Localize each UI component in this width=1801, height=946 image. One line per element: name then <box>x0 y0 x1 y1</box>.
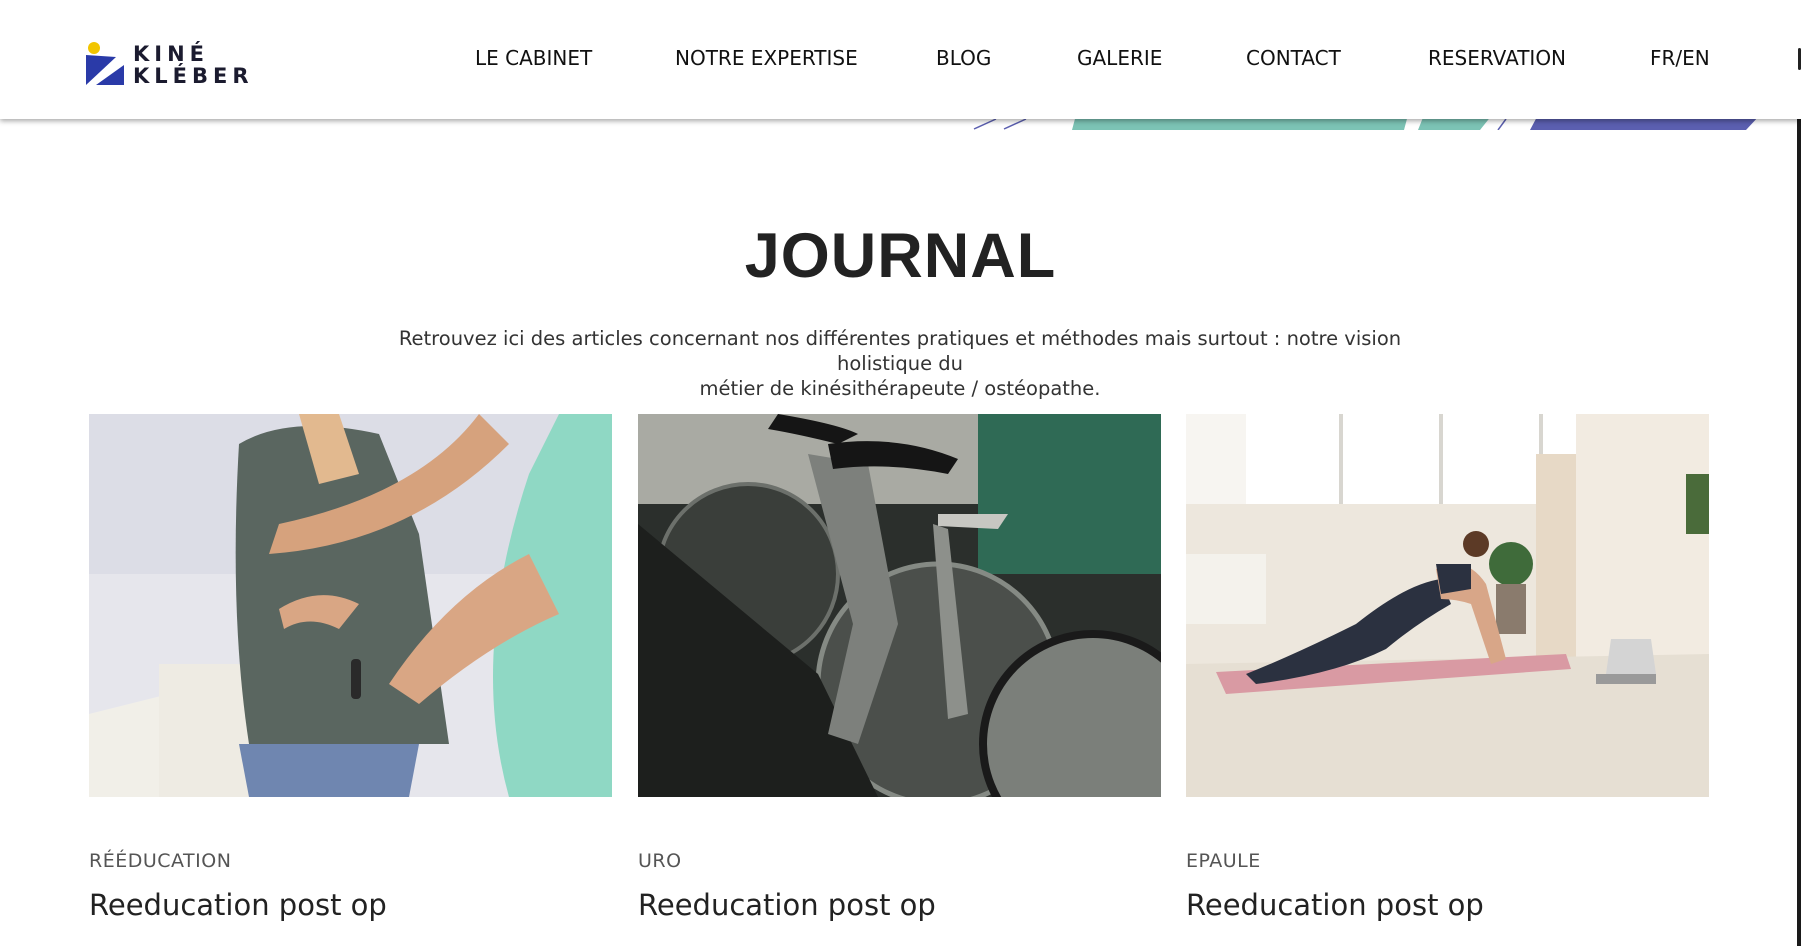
nav-item-galerie[interactable]: GALERIE <box>1077 46 1162 70</box>
article-title[interactable]: Reeducation post op <box>89 888 387 922</box>
site-header: KINÉ KLÉBER LE CABINET NOTRE EXPERTISE B… <box>0 0 1801 119</box>
nav-item-le-cabinet[interactable]: LE CABINET <box>475 46 592 70</box>
intro-text: Retrouvez ici des articles concernant no… <box>390 326 1410 401</box>
article-category[interactable]: URO <box>638 850 682 872</box>
nav-item-reservation[interactable]: RESERVATION <box>1428 46 1566 70</box>
main-nav: LE CABINET NOTRE EXPERTISE BLOG GALERIE … <box>0 46 1801 72</box>
article-category[interactable]: RÉÉDUCATION <box>89 850 231 872</box>
article-title[interactable]: Reeducation post op <box>1186 888 1484 922</box>
article-category[interactable]: EPAULE <box>1186 850 1261 872</box>
article-image-physiotherapy[interactable] <box>89 414 612 797</box>
nav-item-blog[interactable]: BLOG <box>936 46 991 70</box>
article-image-yoga[interactable] <box>1186 414 1709 797</box>
language-switch[interactable]: FR/EN <box>1650 46 1710 70</box>
page-title: JOURNAL <box>744 221 1057 291</box>
intro-line-2: métier de kinésithérapeute / ostéopathe. <box>699 377 1101 400</box>
nav-item-notre-expertise[interactable]: NOTRE EXPERTISE <box>675 46 858 70</box>
intro-line-1: Retrouvez ici des articles concernant no… <box>398 327 1402 375</box>
article-title[interactable]: Reeducation post op <box>638 888 936 922</box>
nav-item-contact[interactable]: CONTACT <box>1246 46 1341 70</box>
article-image-exercise-bikes[interactable] <box>638 414 1161 797</box>
